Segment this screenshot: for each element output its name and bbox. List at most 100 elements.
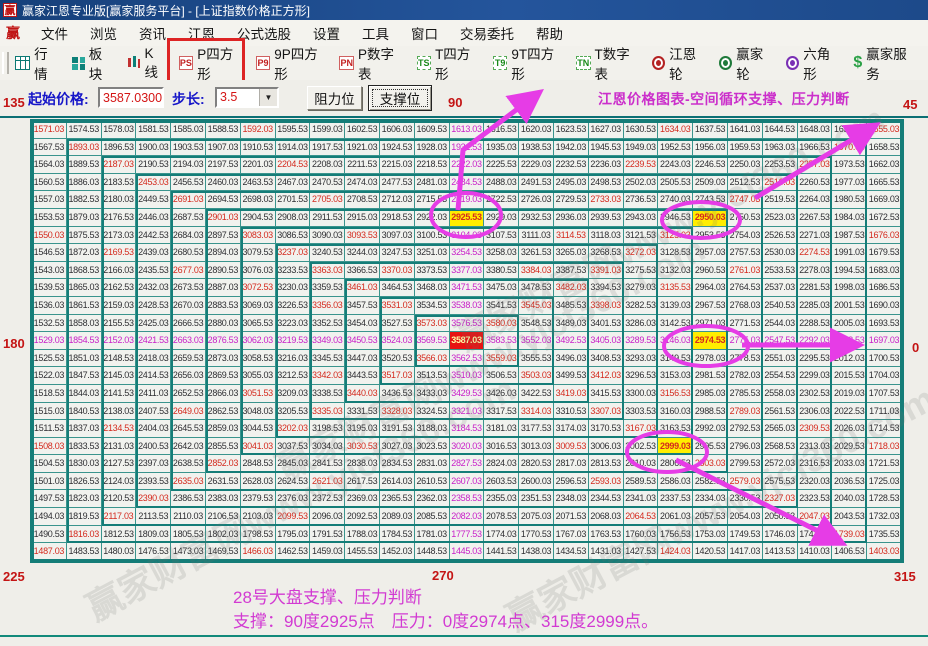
- grid-cell[interactable]: 3244.03: [345, 244, 380, 262]
- menu-item-news[interactable]: 资讯: [128, 23, 177, 43]
- grid-cell[interactable]: 1746.03: [763, 526, 798, 544]
- grid-cell[interactable]: 3293.03: [624, 350, 659, 368]
- grid-cell[interactable]: 1483.53: [67, 543, 102, 561]
- grid-cell[interactable]: 3223.03: [276, 315, 311, 333]
- grid-cell[interactable]: 2481.03: [415, 174, 450, 192]
- grid-cell[interactable]: 3212.53: [276, 367, 311, 385]
- grid-cell[interactable]: 1490.53: [32, 526, 67, 544]
- grid-cell[interactable]: 1515.03: [32, 403, 67, 421]
- grid-cell[interactable]: 2155.53: [102, 315, 137, 333]
- grid-cell[interactable]: 2453.03: [136, 174, 171, 192]
- grid-cell[interactable]: 2747.03: [728, 191, 763, 209]
- grid-cell[interactable]: 3118.03: [589, 227, 624, 245]
- grid-cell[interactable]: 2883.53: [206, 297, 241, 315]
- grid-cell[interactable]: 3020.03: [450, 438, 485, 456]
- grid-cell[interactable]: 2537.03: [763, 279, 798, 297]
- grid-cell[interactable]: 2022.53: [832, 403, 867, 421]
- grid-cell[interactable]: 2680.53: [171, 244, 206, 262]
- grid-cell[interactable]: 2397.03: [136, 455, 171, 473]
- grid-cell[interactable]: 3163.53: [658, 420, 693, 438]
- grid-cell[interactable]: 2502.03: [624, 174, 659, 192]
- grid-cell[interactable]: 3195.03: [345, 420, 380, 438]
- grid-cell[interactable]: 2295.53: [798, 350, 833, 368]
- grid-cell[interactable]: 2638.53: [171, 455, 206, 473]
- grid-cell[interactable]: 2183.53: [102, 174, 137, 192]
- grid-cell[interactable]: 3303.53: [624, 403, 659, 421]
- grid-cell[interactable]: 3209.03: [276, 385, 311, 403]
- grid-cell[interactable]: 3566.03: [415, 350, 450, 368]
- grid-cell[interactable]: 1602.53: [345, 121, 380, 139]
- grid-cell[interactable]: 1679.53: [867, 244, 902, 262]
- grid-cell[interactable]: 2866.03: [206, 385, 241, 403]
- grid-cell[interactable]: 1445.03: [450, 543, 485, 561]
- grid-cell[interactable]: 2586.03: [658, 473, 693, 491]
- grid-cell[interactable]: 2617.53: [345, 473, 380, 491]
- grid-cell[interactable]: 2180.03: [102, 191, 137, 209]
- grid-cell[interactable]: 2673.53: [171, 279, 206, 297]
- grid-cell[interactable]: 1637.53: [693, 121, 728, 139]
- grid-cell[interactable]: 2908.03: [276, 209, 311, 227]
- grid-cell[interactable]: 2313.03: [798, 438, 833, 456]
- grid-cell[interactable]: 1452.03: [380, 543, 415, 561]
- grid-cell[interactable]: 2117.03: [102, 508, 137, 526]
- grid-cell[interactable]: 2978.03: [693, 350, 728, 368]
- grid-cell[interactable]: 2435.53: [136, 262, 171, 280]
- grid-cell[interactable]: 1501.03: [32, 473, 67, 491]
- grid-cell[interactable]: 3391.03: [589, 262, 624, 280]
- grid-cell[interactable]: 2750.53: [728, 209, 763, 227]
- grid-cell[interactable]: 3380.53: [484, 262, 519, 280]
- grid-cell[interactable]: 2260.53: [798, 174, 833, 192]
- grid-cell[interactable]: 3097.03: [380, 227, 415, 245]
- toolbar-item-sectors[interactable]: 板块: [72, 43, 113, 83]
- grid-cell[interactable]: 3559.03: [484, 350, 519, 368]
- grid-cell[interactable]: 1833.53: [67, 438, 102, 456]
- grid-cell[interactable]: 1882.53: [67, 191, 102, 209]
- grid-cell[interactable]: 3496.03: [554, 350, 589, 368]
- toolbar-item-9p-square[interactable]: P9 9P四方形: [256, 43, 326, 83]
- grid-cell[interactable]: 2603.53: [484, 473, 519, 491]
- grid-cell[interactable]: 3184.53: [450, 420, 485, 438]
- grid-cell[interactable]: 2740.03: [658, 191, 693, 209]
- grid-cell[interactable]: 1609.53: [415, 121, 450, 139]
- toolbar-item-quotes[interactable]: 行情: [15, 43, 59, 83]
- grid-cell[interactable]: 3443.53: [345, 367, 380, 385]
- grid-cell[interactable]: 2631.53: [206, 473, 241, 491]
- grid-cell[interactable]: 2194.03: [171, 156, 206, 174]
- grid-cell[interactable]: 1431.03: [589, 543, 624, 561]
- grid-cell[interactable]: 1928.03: [415, 139, 450, 157]
- grid-cell[interactable]: 3125.03: [658, 227, 693, 245]
- grid-cell[interactable]: 2162.53: [102, 279, 137, 297]
- toolbar-item-winner-service[interactable]: $ 赢家服务: [853, 43, 914, 83]
- grid-cell[interactable]: 3562.53: [450, 350, 485, 368]
- grid-cell[interactable]: 1529.03: [32, 332, 67, 350]
- grid-cell[interactable]: 3251.03: [415, 244, 450, 262]
- grid-cell[interactable]: 2782.03: [728, 367, 763, 385]
- grid-cell[interactable]: 3139.03: [658, 297, 693, 315]
- grid-cell[interactable]: 2190.53: [136, 156, 171, 174]
- grid-cell[interactable]: 3415.53: [589, 385, 624, 403]
- grid-cell[interactable]: 3527.53: [380, 315, 415, 333]
- grid-cell[interactable]: 3541.53: [484, 297, 519, 315]
- grid-cell[interactable]: 1504.53: [32, 455, 67, 473]
- grid-cell[interactable]: 2995.53: [693, 438, 728, 456]
- grid-cell[interactable]: 2659.53: [171, 350, 206, 368]
- grid-cell[interactable]: 2404.03: [136, 420, 171, 438]
- grid-cell[interactable]: 2656.03: [171, 367, 206, 385]
- grid-cell[interactable]: 1910.53: [241, 139, 276, 157]
- grid-cell[interactable]: 2862.53: [206, 403, 241, 421]
- grid-cell[interactable]: 2873.03: [206, 350, 241, 368]
- grid-cell[interactable]: 2253.53: [763, 156, 798, 174]
- grid-cell[interactable]: 1662.03: [867, 156, 902, 174]
- grid-cell[interactable]: 2173.03: [102, 227, 137, 245]
- grid-cell[interactable]: 2936.03: [554, 209, 589, 227]
- grid-cell[interactable]: 3083.03: [241, 227, 276, 245]
- grid-cell[interactable]: 1749.53: [728, 526, 763, 544]
- grid-cell[interactable]: 2208.03: [310, 156, 345, 174]
- grid-cell[interactable]: 2092.53: [345, 508, 380, 526]
- grid-cell[interactable]: 2565.03: [763, 420, 798, 438]
- grid-cell[interactable]: 2526.53: [763, 227, 798, 245]
- grid-cell[interactable]: 2386.53: [171, 490, 206, 508]
- grid-cell[interactable]: 3296.53: [624, 367, 659, 385]
- toolbar-item-gann-wheel[interactable]: 江恩轮: [652, 43, 705, 83]
- grid-cell[interactable]: 2316.53: [798, 455, 833, 473]
